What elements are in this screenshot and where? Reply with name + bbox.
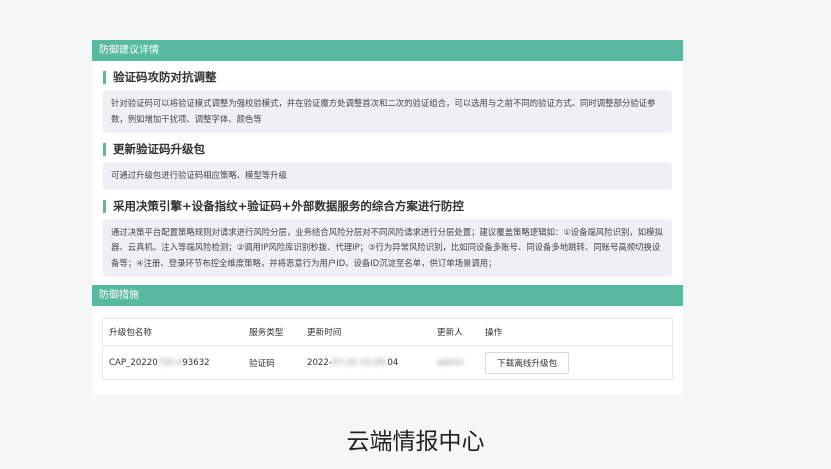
service-type: 验证码 xyxy=(249,358,275,369)
updater: admin xyxy=(437,357,464,368)
time-redacted: 07-20 10:28: xyxy=(331,357,388,368)
col-time: 更新时间 xyxy=(307,328,342,338)
section-title: 采用决策引擎+设备指纹+验证码+外部数据服务的综合方案进行防控 xyxy=(103,199,683,213)
time-prefix: 2022- xyxy=(307,357,332,368)
package-name: CAP_20220720.493632 xyxy=(109,358,249,368)
update-time: 2022-07-20 10:28:04 xyxy=(307,358,437,368)
table-header: 升级包名称 服务类型 更新时间 更新人 操作 xyxy=(103,319,672,346)
package-name-suffix: 93632 xyxy=(182,357,210,368)
col-name: 升级包名称 xyxy=(109,328,152,338)
section-title: 验证码攻防对抗调整 xyxy=(103,71,683,84)
upgrade-table: 升级包名称 服务类型 更新时间 更新人 操作 CAP_20220720.4936… xyxy=(102,318,673,380)
section-body: 通过决策平台配置策略规则对请求进行风险分层，业务结合风险分层对不同风险请求进行分… xyxy=(103,218,672,277)
col-type: 服务类型 xyxy=(249,328,284,338)
col-updater: 更新人 xyxy=(437,328,463,338)
section-body: 可通过升级包进行验证码相应策略、模型等升级 xyxy=(103,162,672,190)
section-body: 针对验证码可以将验证模式调整为强校验模式，并在验证魔方处调整首次和二次的验证组合… xyxy=(103,90,672,133)
time-suffix: 04 xyxy=(387,357,399,368)
measures-header: 防御措施 xyxy=(92,285,683,306)
caption: 云端情报中心 xyxy=(346,429,485,455)
download-offline-package-button[interactable]: 下载离线升级包 xyxy=(485,351,570,374)
table-row: CAP_20220720.493632 验证码 2022-07-20 10:28… xyxy=(103,346,672,379)
section-title: 更新验证码升级包 xyxy=(103,143,683,156)
defense-panel: 防御建议详情 验证码攻防对抗调整 针对验证码可以将验证模式调整为强校验模式，并在… xyxy=(92,40,683,394)
package-name-redacted: 720.4 xyxy=(157,357,183,368)
advice-header: 防御建议详情 xyxy=(92,40,683,61)
col-action: 操作 xyxy=(485,328,503,338)
package-name-prefix: CAP_20220 xyxy=(109,357,158,368)
